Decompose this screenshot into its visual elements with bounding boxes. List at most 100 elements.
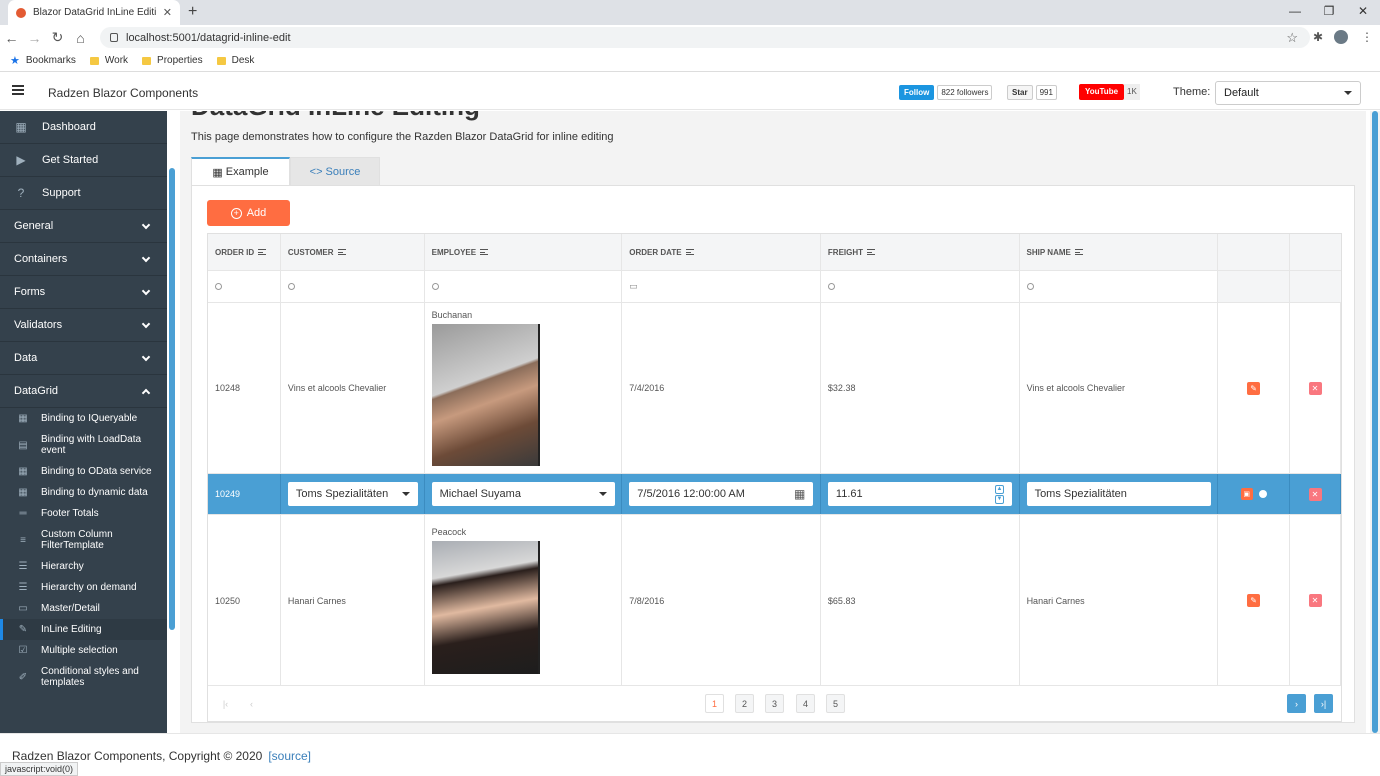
forward-icon[interactable]: → xyxy=(23,30,46,46)
filter-employee[interactable] xyxy=(424,271,623,302)
tab-source[interactable]: <> Source xyxy=(290,157,380,185)
close-window-icon[interactable]: ✕ xyxy=(1346,0,1380,22)
sidebar-sub-item[interactable]: ▦ Binding to dynamic data xyxy=(0,482,167,503)
next-page-icon[interactable]: › xyxy=(1287,694,1306,713)
column-header-ship-name[interactable]: SHIP NAME xyxy=(1019,234,1219,270)
table-row[interactable]: 10248 Vins et alcools Chevalier Buchanan… xyxy=(208,303,1341,474)
sort-icon[interactable] xyxy=(685,249,694,255)
github-star-button[interactable]: Star xyxy=(1007,84,1033,100)
sidebar-sub-item[interactable]: ▭ Master/Detail xyxy=(0,598,167,619)
sidebar-group-validators[interactable]: Validators xyxy=(0,309,167,342)
filter-order-date[interactable]: ▭ xyxy=(622,271,821,302)
twitter-widget[interactable]: Follow 822 followers xyxy=(899,84,993,100)
bookmark-item[interactable]: Desk xyxy=(216,55,254,66)
sidebar-sub-item[interactable]: ✐ Conditional styles and templates xyxy=(0,661,167,693)
save-row-button[interactable]: ▣ xyxy=(1240,488,1253,500)
sort-icon[interactable] xyxy=(337,249,346,255)
filter-customer[interactable] xyxy=(280,271,425,302)
table-row[interactable]: 10250 Hanari Carnes Peacock 7/8/2016 $65… xyxy=(208,515,1341,686)
theme-select[interactable]: Default xyxy=(1215,81,1361,105)
hamburger-menu-icon[interactable] xyxy=(12,85,24,95)
calendar-icon[interactable]: ▦ xyxy=(794,487,805,501)
restore-icon[interactable]: ❐ xyxy=(1312,0,1346,22)
profile-avatar[interactable] xyxy=(1334,30,1348,44)
extensions-icon[interactable]: ✱ xyxy=(1313,30,1323,44)
sort-icon[interactable] xyxy=(1074,249,1083,255)
bookmark-star-icon[interactable]: ☆ xyxy=(1286,30,1298,46)
delete-row-button[interactable]: ✕ xyxy=(1308,594,1322,607)
browser-tab[interactable]: Blazor DataGrid InLine Editing ✕ xyxy=(8,0,180,25)
home-icon[interactable]: ⌂ xyxy=(69,30,92,46)
column-header-customer[interactable]: CUSTOMER xyxy=(280,234,425,270)
new-tab-icon[interactable]: + xyxy=(188,3,197,21)
last-page-icon[interactable]: ›| xyxy=(1314,694,1333,713)
sidebar-item-support[interactable]: ? Support xyxy=(0,177,167,210)
scroll-thumb[interactable] xyxy=(1372,111,1378,733)
filter-order-id[interactable] xyxy=(208,271,281,302)
sidebar-sub-item[interactable]: ▤ Binding with LoadData event xyxy=(0,429,167,461)
ship-name-input[interactable]: Toms Spezialitäten xyxy=(1026,482,1211,506)
sidebar-item-dashboard[interactable]: ▦ Dashboard xyxy=(0,111,167,144)
page-button[interactable]: 2 xyxy=(735,694,754,713)
youtube-widget[interactable]: YouTube 1K xyxy=(1079,84,1140,100)
freight-numeric-input[interactable]: 11.61 ▲ ▼ xyxy=(827,482,1012,506)
add-button[interactable]: + Add xyxy=(207,200,290,226)
numeric-stepper[interactable]: ▲ ▼ xyxy=(994,484,1004,504)
bookmark-item[interactable]: Properties xyxy=(142,55,203,66)
sidebar-group-containers[interactable]: Containers xyxy=(0,243,167,276)
page-button[interactable]: 5 xyxy=(826,694,845,713)
employee-dropdown[interactable]: Michael Suyama xyxy=(431,482,615,506)
close-tab-icon[interactable]: ✕ xyxy=(163,6,172,19)
filter-ship-name[interactable] xyxy=(1019,271,1219,302)
column-header-employee[interactable]: EMPLOYEE xyxy=(424,234,623,270)
edit-row-button[interactable]: ✎ xyxy=(1247,594,1261,607)
chevron-up-icon[interactable]: ▲ xyxy=(994,484,1004,494)
sidebar-sub-item[interactable]: ☰ Hierarchy on demand xyxy=(0,577,167,598)
sidebar-group-data[interactable]: Data xyxy=(0,342,167,375)
sidebar-sub-item[interactable]: ═ Footer Totals xyxy=(0,503,167,524)
sort-icon[interactable] xyxy=(867,249,876,255)
prev-page-icon[interactable]: ‹ xyxy=(242,694,261,713)
minimize-icon[interactable]: — xyxy=(1278,0,1312,22)
first-page-icon[interactable]: |‹ xyxy=(216,694,235,713)
sidebar-item-get-started[interactable]: ▶ Get Started xyxy=(0,144,167,177)
sidebar-scrollbar[interactable] xyxy=(169,168,175,630)
sidebar-sub-item[interactable]: ▦ Binding to IQueryable xyxy=(0,408,167,429)
menu-dots-icon[interactable]: ⋮ xyxy=(1361,30,1373,44)
page-scrollbar[interactable] xyxy=(1370,111,1380,733)
reload-icon[interactable]: ↻ xyxy=(46,29,69,46)
chevron-down-icon[interactable]: ▼ xyxy=(994,494,1004,504)
delete-row-button[interactable]: ✕ xyxy=(1308,381,1322,395)
page-button[interactable]: 4 xyxy=(796,694,815,713)
youtube-button[interactable]: YouTube xyxy=(1079,84,1125,100)
cancel-edit-button[interactable] xyxy=(1258,490,1267,498)
github-widget[interactable]: Star 991 xyxy=(1007,84,1057,100)
sidebar-group-forms[interactable]: Forms xyxy=(0,276,167,309)
tab-example[interactable]: ▦ Example xyxy=(191,157,290,185)
filter-freight[interactable] xyxy=(820,271,1020,302)
sidebar-group-datagrid[interactable]: DataGrid xyxy=(0,375,167,408)
sidebar-sub-item[interactable]: ≡ Custom Column FilterTemplate xyxy=(0,524,167,556)
sidebar-group-general[interactable]: General xyxy=(0,210,167,243)
bookmark-item[interactable]: Work xyxy=(89,55,128,66)
sidebar-sub-item[interactable]: ☑ Multiple selection xyxy=(0,640,167,661)
page-button[interactable]: 3 xyxy=(765,694,784,713)
back-icon[interactable]: ← xyxy=(0,30,23,46)
column-header-freight[interactable]: FREIGHT xyxy=(820,234,1020,270)
sidebar-sub-item-active[interactable]: ✎ InLine Editing xyxy=(0,619,167,640)
order-date-picker[interactable]: 7/5/2016 12:00:00 AM ▦ xyxy=(629,482,814,506)
edit-row-button[interactable]: ✎ xyxy=(1247,381,1261,395)
twitter-follow-button[interactable]: Follow xyxy=(899,84,935,100)
customer-dropdown[interactable]: Toms Spezialitäten xyxy=(287,482,418,506)
source-link[interactable]: [source] xyxy=(268,749,311,763)
sidebar-sub-item[interactable]: ☰ Hierarchy xyxy=(0,556,167,577)
column-header-order-date[interactable]: ORDER DATE xyxy=(622,234,821,270)
column-header-order-id[interactable]: ORDER ID xyxy=(208,234,281,270)
delete-row-button[interactable]: ✕ xyxy=(1308,487,1322,501)
page-button[interactable]: 1 xyxy=(705,694,724,713)
sort-icon[interactable] xyxy=(258,249,267,255)
sort-icon[interactable] xyxy=(480,249,489,255)
sidebar-sub-item[interactable]: ▦ Binding to OData service xyxy=(0,461,167,482)
address-bar[interactable]: localhost:5001/datagrid-inline-edit ☆ xyxy=(100,27,1310,48)
bookmark-item[interactable]: ★ Bookmarks xyxy=(10,54,76,67)
